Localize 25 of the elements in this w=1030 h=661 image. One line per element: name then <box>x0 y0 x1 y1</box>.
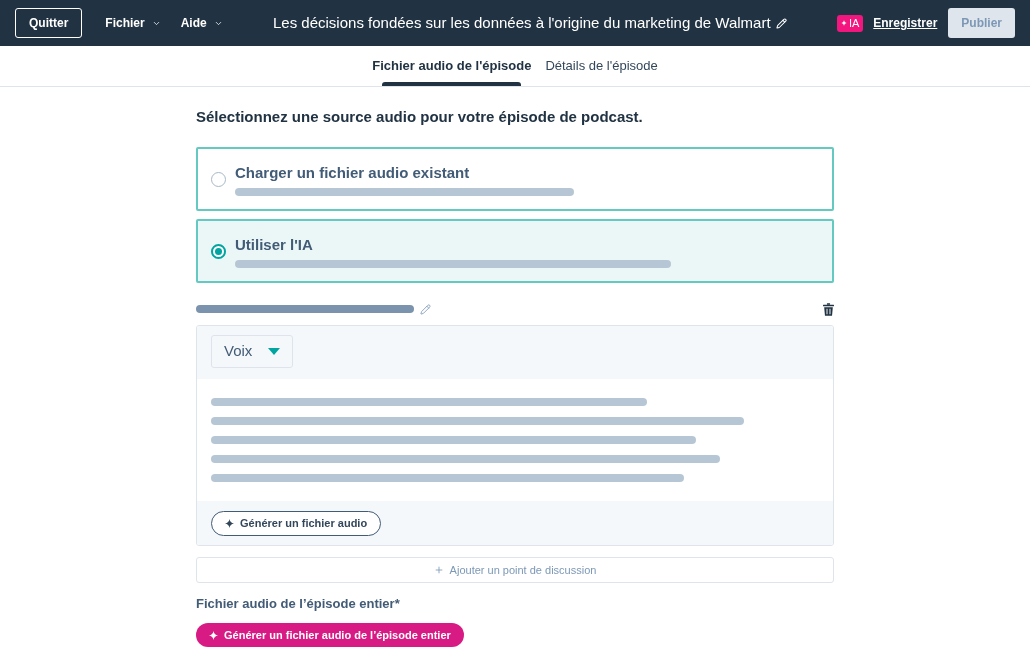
sparkle-icon <box>225 518 234 528</box>
option-title: Charger un fichier audio existant <box>235 162 471 182</box>
radio-button[interactable] <box>211 171 226 187</box>
tab[interactable]: Fichier audio de l'épisode <box>372 46 532 86</box>
section-heading: Sélectionnez une source audio pour votre épisode de podcast. <box>196 107 644 127</box>
field-label: Fichier audio de l’épisode entier* <box>196 595 401 613</box>
episode-title: Les décisions fondées sur les données à l'origine du marketing de Walmart <box>273 12 771 33</box>
sparkle-icon <box>209 630 218 640</box>
quit-button[interactable]: Quitter <box>15 8 83 38</box>
source-option-card[interactable]: Utiliser l'IA <box>196 219 834 283</box>
option-title: Utiliser l'IA <box>235 234 314 254</box>
ai-button[interactable]: IA <box>836 14 864 32</box>
source-option-card[interactable]: Charger un fichier audio existant <box>196 147 834 211</box>
menu-button[interactable]: Aide <box>180 14 223 32</box>
plus-icon <box>433 565 444 575</box>
trash-icon[interactable] <box>823 302 834 316</box>
save-link[interactable]: Enregistrer <box>873 14 938 32</box>
caret-down-icon <box>268 348 280 355</box>
generate-episode-audio-button[interactable]: Générer un fichier audio de l’épisode entier <box>196 623 464 647</box>
sparkle-icon <box>840 20 847 26</box>
voice-dropdown[interactable]: Voix <box>211 335 293 368</box>
generate-audio-button[interactable]: Générer un fichier audio <box>211 510 382 536</box>
tab[interactable]: Détails de l'épisode <box>545 46 658 86</box>
menu-button[interactable]: Fichier <box>105 14 161 32</box>
radio-button[interactable] <box>211 243 226 259</box>
